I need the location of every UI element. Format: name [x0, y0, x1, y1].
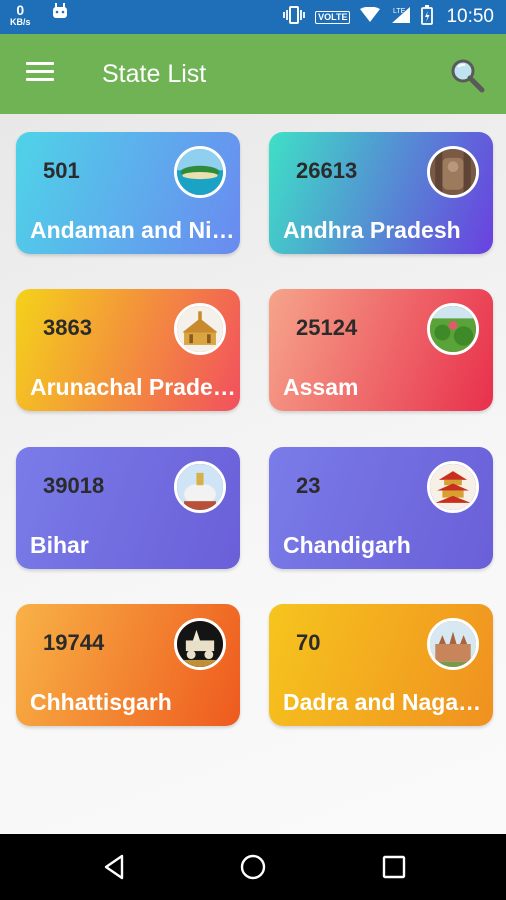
network-speed: 0 KB/s: [10, 3, 31, 27]
network-speed-value: 0: [16, 2, 25, 18]
menu-icon[interactable]: [26, 62, 54, 84]
state-card[interactable]: 19744 Chhattisgarh: [16, 604, 240, 726]
state-name: Andaman and Ni…: [30, 217, 235, 243]
state-count: 23: [296, 473, 321, 498]
svg-text:LTE: LTE: [393, 8, 406, 15]
volte-badge: VOLTE: [315, 10, 351, 24]
state-count: 501: [43, 158, 80, 183]
system-nav-bar: [0, 834, 506, 900]
island-photo-icon: [174, 146, 226, 198]
state-card[interactable]: 39018 Bihar: [16, 447, 240, 569]
battery-icon: [421, 4, 434, 30]
state-name: Chhattisgarh: [30, 689, 172, 715]
state-card[interactable]: 501 Andaman and Ni…: [16, 132, 240, 254]
pagoda-photo-icon: [427, 461, 479, 513]
state-card[interactable]: 25124 Assam: [269, 289, 493, 411]
state-count: 3863: [43, 315, 92, 340]
state-count: 26613: [296, 158, 358, 183]
state-card[interactable]: 3863 Arunachal Pradesh: [16, 289, 240, 411]
back-triangle-icon[interactable]: [100, 852, 130, 882]
state-name: Assam: [283, 374, 359, 400]
state-name: Dadra and Nagar…: [283, 689, 491, 715]
state-card[interactable]: 23 Chandigarh: [269, 447, 493, 569]
recents-square-icon[interactable]: [379, 852, 409, 882]
signal-icon: LTE: [390, 6, 412, 29]
temple-carving-photo-icon: [427, 146, 479, 198]
fort-photo-icon: [427, 618, 479, 670]
clock: 10:50: [446, 6, 494, 27]
status-right: VOLTE LTE 10:50: [282, 0, 494, 34]
state-card[interactable]: 26613 Andhra Pradesh: [269, 132, 493, 254]
wifi-icon: [359, 6, 381, 28]
app-bar: State List: [0, 34, 506, 114]
state-name: Arunachal Pradesh: [30, 374, 240, 400]
status-left: 0 KB/s: [10, 3, 69, 27]
network-speed-unit: KB/s: [10, 17, 31, 27]
state-count: 70: [296, 630, 321, 655]
monastery-photo-icon: [174, 303, 226, 355]
page-title: State List: [102, 60, 207, 88]
home-circle-icon[interactable]: [238, 852, 268, 882]
chariot-statue-photo-icon: [174, 618, 226, 670]
status-bar: 0 KB/s VOLTE LTE 10:50: [0, 0, 506, 34]
state-card[interactable]: 70 Dadra and Nagar…: [269, 604, 493, 726]
state-name: Andhra Pradesh: [283, 217, 461, 243]
tea-garden-photo-icon: [427, 303, 479, 355]
android-notification-icon: [51, 3, 69, 24]
vibrate-icon: [282, 5, 306, 29]
state-count: 25124: [296, 315, 358, 340]
state-count: 39018: [43, 473, 105, 498]
search-icon[interactable]: [448, 56, 486, 94]
stupa-photo-icon: [174, 461, 226, 513]
state-name: Chandigarh: [283, 532, 411, 558]
state-name: Bihar: [30, 532, 89, 558]
state-count: 19744: [43, 630, 105, 655]
state-grid: 501 Andaman and Ni… 26613 Andhra Pradesh…: [0, 114, 506, 834]
